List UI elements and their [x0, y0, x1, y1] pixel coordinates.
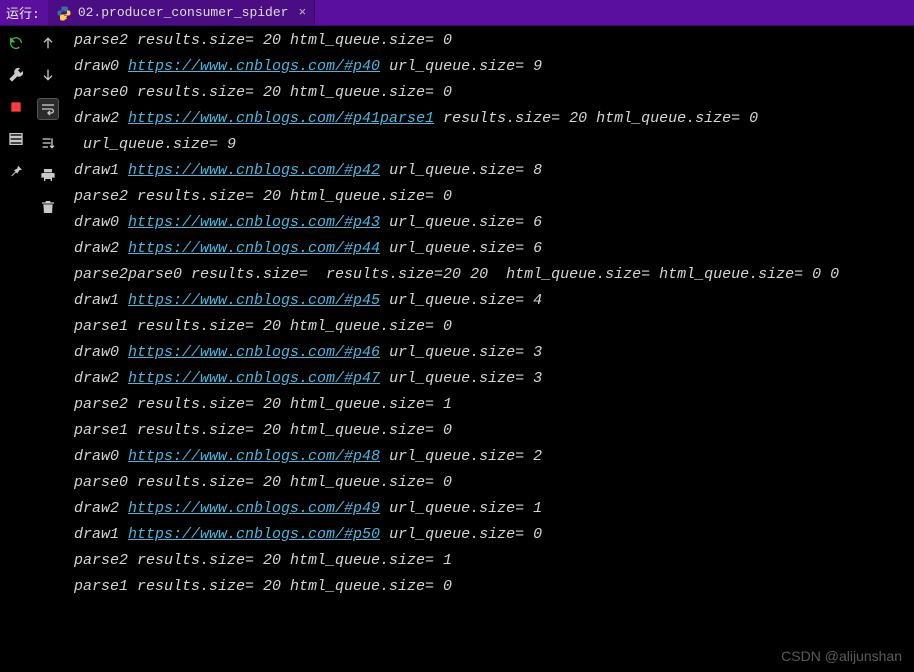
console-line: draw1 https://www.cnblogs.com/#p50 url_q…: [74, 522, 908, 548]
print-icon[interactable]: [39, 166, 57, 184]
console-line: parse2 results.size= 20 html_queue.size=…: [74, 548, 908, 574]
console-line: draw2 https://www.cnblogs.com/#p44 url_q…: [74, 236, 908, 262]
stop-icon[interactable]: [7, 98, 25, 116]
console-link[interactable]: https://www.cnblogs.com/#p42: [128, 162, 380, 179]
console-line: draw0 https://www.cnblogs.com/#p48 url_q…: [74, 444, 908, 470]
console-line: draw0 https://www.cnblogs.com/#p43 url_q…: [74, 210, 908, 236]
wrench-icon[interactable]: [7, 66, 25, 84]
toolbar-left-1: [0, 26, 32, 672]
console-line: draw0 https://www.cnblogs.com/#p40 url_q…: [74, 54, 908, 80]
console-line: parse2parse0 results.size= results.size=…: [74, 262, 908, 288]
console-line: parse1 results.size= 20 html_queue.size=…: [74, 574, 908, 600]
console-line: parse2 results.size= 20 html_queue.size=…: [74, 28, 908, 54]
rerun-icon[interactable]: [7, 34, 25, 52]
console-line: draw2 https://www.cnblogs.com/#p49 url_q…: [74, 496, 908, 522]
close-icon[interactable]: ×: [298, 5, 306, 20]
toolbar-left-2: [32, 26, 64, 672]
console-line: draw1 https://www.cnblogs.com/#p45 url_q…: [74, 288, 908, 314]
watermark: CSDN @alijunshan: [781, 648, 902, 664]
layout-icon[interactable]: [7, 130, 25, 148]
console-line: draw2 https://www.cnblogs.com/#p41parse1…: [74, 106, 908, 132]
console-line: url_queue.size= 9: [74, 132, 908, 158]
console-link[interactable]: https://www.cnblogs.com/#p43: [128, 214, 380, 231]
console-line: parse0 results.size= 20 html_queue.size=…: [74, 80, 908, 106]
console-link[interactable]: https://www.cnblogs.com/#p50: [128, 526, 380, 543]
console-link[interactable]: https://www.cnblogs.com/#p45: [128, 292, 380, 309]
pin-icon[interactable]: [7, 162, 25, 180]
console-link[interactable]: https://www.cnblogs.com/#p49: [128, 500, 380, 517]
arrow-down-icon[interactable]: [39, 66, 57, 84]
arrow-up-icon[interactable]: [39, 34, 57, 52]
console-link[interactable]: https://www.cnblogs.com/#p40: [128, 58, 380, 75]
console-line: parse2 results.size= 20 html_queue.size=…: [74, 392, 908, 418]
console-link[interactable]: https://www.cnblogs.com/#p41parse1: [128, 110, 434, 127]
tab-title: 02.producer_consumer_spider: [78, 5, 289, 20]
console-line: draw0 https://www.cnblogs.com/#p46 url_q…: [74, 340, 908, 366]
console-line: parse2 results.size= 20 html_queue.size=…: [74, 184, 908, 210]
console-line: parse1 results.size= 20 html_queue.size=…: [74, 418, 908, 444]
titlebar: 运行: 02.producer_consumer_spider ×: [0, 0, 914, 26]
python-icon: [56, 5, 72, 21]
console-line: parse0 results.size= 20 html_queue.size=…: [74, 470, 908, 496]
run-label: 运行:: [0, 3, 48, 22]
console-link[interactable]: https://www.cnblogs.com/#p44: [128, 240, 380, 257]
console-link[interactable]: https://www.cnblogs.com/#p46: [128, 344, 380, 361]
console-output[interactable]: parse2 results.size= 20 html_queue.size=…: [64, 26, 914, 672]
trash-icon[interactable]: [39, 198, 57, 216]
run-tab[interactable]: 02.producer_consumer_spider ×: [48, 0, 315, 25]
console-line: parse1 results.size= 20 html_queue.size=…: [74, 314, 908, 340]
scroll-to-end-icon[interactable]: [39, 134, 57, 152]
console-line: draw2 https://www.cnblogs.com/#p47 url_q…: [74, 366, 908, 392]
console-line: draw1 https://www.cnblogs.com/#p42 url_q…: [74, 158, 908, 184]
console-link[interactable]: https://www.cnblogs.com/#p47: [128, 370, 380, 387]
console-link[interactable]: https://www.cnblogs.com/#p48: [128, 448, 380, 465]
soft-wrap-icon[interactable]: [37, 98, 59, 120]
